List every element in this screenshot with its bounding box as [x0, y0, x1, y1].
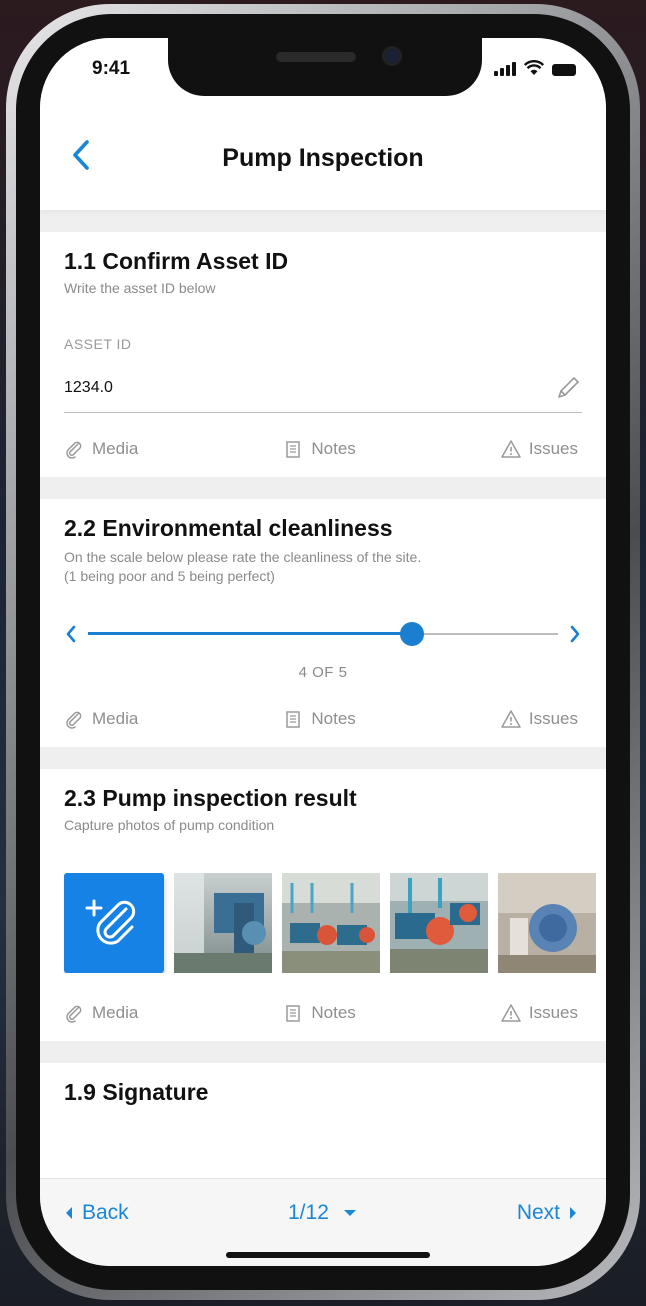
section-actions: Media Notes Issues [64, 973, 582, 1041]
paperclip-icon [66, 1005, 82, 1023]
media-button[interactable]: Media [64, 709, 138, 729]
pump-photo[interactable] [498, 873, 596, 973]
footer-next-label: Next [516, 1201, 560, 1224]
photo-strip [64, 873, 606, 973]
form-content[interactable]: 1.1 Confirm Asset ID Write the asset ID … [40, 210, 606, 1178]
notes-button[interactable]: Notes [283, 709, 356, 729]
phone-frame: 9:41 Pump Inspection 1.1 Confirm Asset I… [6, 4, 640, 1300]
notes-button[interactable]: Notes [283, 1003, 356, 1023]
footer-back-button[interactable]: Back [64, 1201, 129, 1225]
front-camera [382, 46, 402, 66]
issues-button[interactable]: Issues [501, 439, 578, 459]
section-title: 1.9 Signature [64, 1079, 209, 1105]
section-actions: Media Notes Issues [64, 413, 582, 477]
caret-right-icon [570, 1207, 576, 1219]
notepad-icon [286, 1005, 301, 1022]
warning-icon [501, 710, 521, 728]
paperclip-icon [66, 441, 82, 459]
add-attachment-button[interactable] [64, 873, 164, 973]
status-time: 9:41 [92, 58, 131, 79]
subtitle-line: On the scale below please rate the clean… [64, 549, 422, 565]
issues-button[interactable]: Issues [501, 709, 578, 729]
section-title: 2.3 Pump inspection result [64, 785, 357, 811]
caret-down-icon [343, 1210, 356, 1216]
issues-label: Issues [528, 709, 578, 728]
section-subtitle: Capture photos of pump condition [64, 817, 275, 833]
media-label: Media [92, 439, 139, 458]
issues-button[interactable]: Issues [501, 1003, 578, 1023]
app-header: Pump Inspection [40, 98, 606, 210]
slider-track[interactable] [88, 622, 558, 646]
warning-icon [501, 440, 521, 458]
warning-icon [501, 1004, 521, 1022]
rating-value-label: 4 OF 5 [298, 664, 348, 681]
section-title: 2.2 Environmental cleanliness [64, 515, 393, 541]
rating-slider [64, 622, 582, 646]
chevron-left-icon[interactable] [64, 624, 78, 644]
section-signature: 1.9 Signature [40, 1063, 606, 1178]
footer-back-label: Back [82, 1201, 129, 1224]
notes-button[interactable]: Notes [283, 439, 356, 459]
media-label: Media [92, 709, 139, 728]
section-cleanliness: 2.2 Environmental cleanliness On the sca… [40, 499, 606, 747]
battery-icon [552, 64, 576, 76]
app-screen: 9:41 Pump Inspection 1.1 Confirm Asset I… [40, 38, 606, 1266]
chevron-right-icon[interactable] [568, 624, 582, 644]
home-indicator[interactable] [226, 1252, 430, 1258]
section-subtitle: On the scale below please rate the clean… [64, 548, 582, 586]
speaker-grille [276, 52, 356, 62]
notes-label: Notes [311, 709, 356, 728]
issues-label: Issues [528, 439, 578, 458]
paperclip-icon [66, 711, 82, 729]
page-selector[interactable]: 1/12 [288, 1201, 357, 1225]
status-icons [494, 60, 576, 76]
notch [168, 38, 482, 96]
section-subtitle: Write the asset ID below [64, 280, 216, 296]
phone-bezel: 9:41 Pump Inspection 1.1 Confirm Asset I… [16, 14, 630, 1290]
page-title: Pump Inspection [222, 144, 424, 172]
page-indicator: 1/12 [288, 1201, 329, 1224]
asset-id-field-row [64, 358, 582, 413]
media-label: Media [92, 1003, 139, 1022]
pump-photo[interactable] [174, 873, 272, 973]
subtitle-line: (1 being poor and 5 being perfect) [64, 568, 275, 584]
asset-id-label: ASSET ID [64, 336, 132, 352]
notepad-icon [286, 441, 301, 458]
asset-id-input[interactable] [64, 379, 479, 397]
caret-left-icon [66, 1207, 72, 1219]
notes-label: Notes [311, 439, 356, 458]
section-asset-id: 1.1 Confirm Asset ID Write the asset ID … [40, 232, 606, 477]
slider-thumb[interactable] [400, 622, 425, 646]
pump-photo[interactable] [390, 873, 488, 973]
notes-label: Notes [311, 1003, 356, 1022]
section-pump-result: 2.3 Pump inspection result Capture photo… [40, 769, 606, 1041]
media-button[interactable]: Media [64, 439, 138, 459]
section-actions: Media Notes Issues [64, 681, 582, 747]
wifi-icon [524, 60, 544, 75]
media-button[interactable]: Media [64, 1003, 138, 1023]
signal-icon [494, 62, 516, 76]
issues-label: Issues [528, 1003, 578, 1022]
pencil-icon[interactable] [554, 374, 582, 402]
pump-photo[interactable] [282, 873, 380, 973]
footer-nav: Back 1/12 Next [40, 1178, 606, 1266]
notepad-icon [286, 711, 301, 728]
slider-fill [88, 632, 413, 635]
add-paperclip-icon [85, 899, 136, 945]
footer-next-button[interactable]: Next [517, 1201, 578, 1225]
section-title: 1.1 Confirm Asset ID [64, 248, 289, 274]
